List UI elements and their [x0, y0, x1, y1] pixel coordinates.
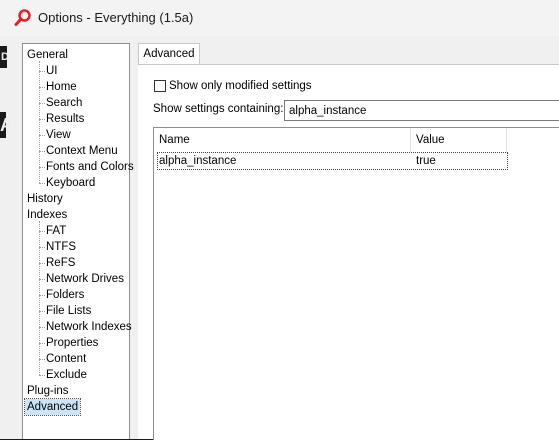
setting-value-cell: true	[416, 155, 436, 167]
tree-item-content[interactable]: Content	[46, 351, 86, 367]
tree-connector	[39, 375, 45, 376]
tree-item-indexes[interactable]: Indexes	[27, 207, 67, 223]
tree-item-properties[interactable]: Properties	[46, 335, 98, 351]
tree-item-plug-ins[interactable]: Plug-ins	[27, 383, 69, 399]
tree-item-view[interactable]: View	[46, 127, 71, 143]
tree-item-history[interactable]: History	[27, 191, 63, 207]
tree-item-exclude[interactable]: Exclude	[46, 367, 87, 383]
tree-item-ui[interactable]: UI	[46, 63, 58, 79]
tree-item-context-menu[interactable]: Context Menu	[46, 143, 118, 159]
filter-input[interactable]	[284, 100, 559, 121]
tree-item-network-drives[interactable]: Network Drives	[46, 271, 124, 287]
tree-item-file-lists[interactable]: File Lists	[46, 303, 91, 319]
tree-item-fonts-and-colors[interactable]: Fonts and Colors	[46, 159, 134, 175]
tree-connector	[39, 183, 45, 184]
tree-item-folders[interactable]: Folders	[46, 287, 84, 303]
tab-advanced[interactable]: Advanced	[138, 43, 200, 65]
options-window: D A Options - Everything (1.5a) General U…	[0, 0, 559, 440]
table-row[interactable]: alpha_instance true	[157, 152, 508, 170]
column-header-value[interactable]: Value	[411, 128, 507, 152]
tree-item-advanced[interactable]: Advanced	[23, 398, 82, 416]
tree-item-search[interactable]: Search	[46, 95, 82, 111]
setting-name-cell: alpha_instance	[159, 155, 237, 167]
settings-list[interactable]: Name Value alpha_instance true	[153, 127, 559, 440]
magnifier-app-icon	[14, 9, 32, 27]
show-only-modified-checkbox[interactable]	[154, 80, 166, 92]
column-header-name[interactable]: Name	[154, 128, 411, 152]
filter-label: Show settings containing:	[153, 103, 284, 115]
tree-item-home[interactable]: Home	[46, 79, 77, 95]
tree-item-keyboard[interactable]: Keyboard	[46, 175, 95, 191]
tree-item-ntfs[interactable]: NTFS	[46, 239, 76, 255]
tree-item-fat[interactable]: FAT	[46, 223, 66, 239]
tree-connector-vertical	[39, 221, 40, 375]
tree-item-results[interactable]: Results	[46, 111, 84, 127]
tree-item-network-indexes[interactable]: Network Indexes	[46, 319, 132, 335]
tree-item-refs[interactable]: ReFS	[46, 255, 75, 271]
show-only-modified-row[interactable]: Show only modified settings	[154, 80, 312, 92]
advanced-panel: Show only modified settings Show setting…	[138, 64, 559, 440]
tree-connector-vertical	[39, 61, 40, 183]
show-only-modified-label[interactable]: Show only modified settings	[169, 80, 312, 92]
options-tree[interactable]: General UI Home Search Results View Context Me…	[22, 43, 134, 439]
window-title: Options - Everything (1.5a)	[38, 10, 194, 25]
background-app-fragment-2: A	[0, 112, 13, 138]
tree-item-general[interactable]: General	[27, 47, 68, 63]
title-bar[interactable]: Options - Everything (1.5a)	[0, 0, 559, 36]
background-app-fragment: D	[0, 46, 9, 68]
tab-bar: Advanced	[138, 43, 559, 65]
